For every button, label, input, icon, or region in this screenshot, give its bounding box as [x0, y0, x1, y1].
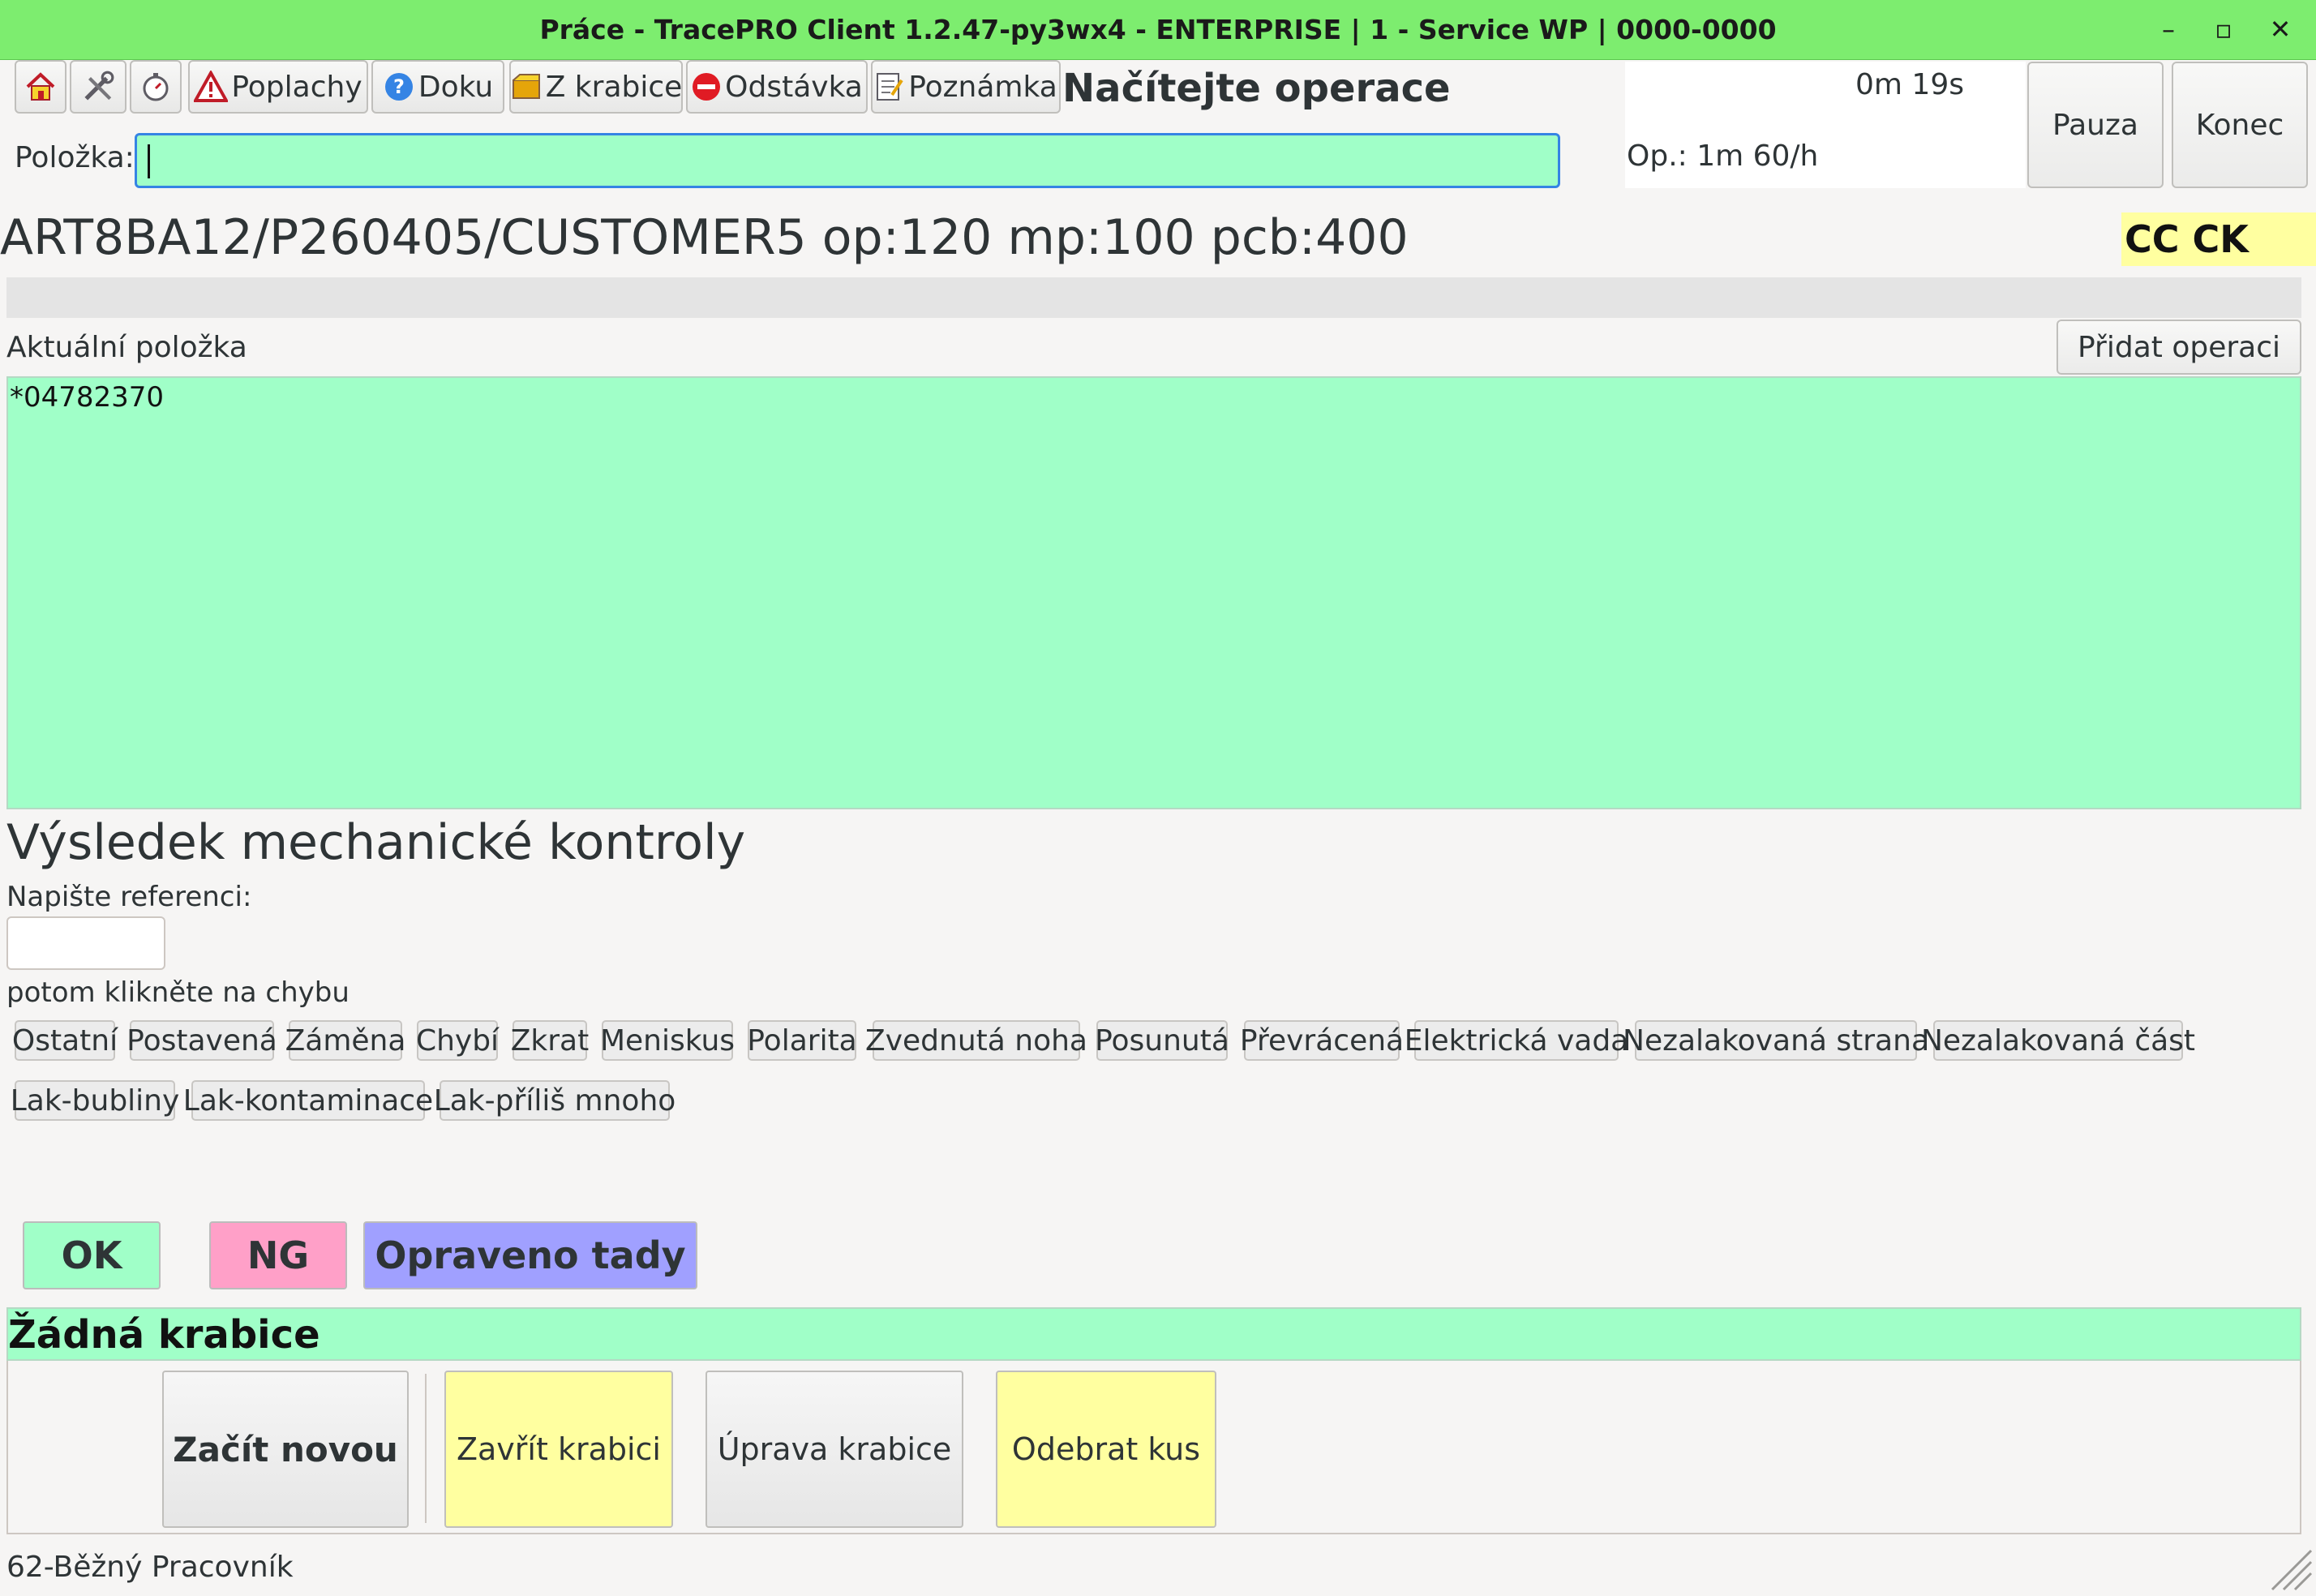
docs-button[interactable]: ? Doku	[371, 60, 504, 114]
box-status: Žádná krabice	[8, 1312, 320, 1358]
defect-button-postavena[interactable]: Postavená	[127, 1020, 277, 1061]
pause-button[interactable]: Pauza	[2027, 62, 2164, 188]
elapsed-timer: 0m 19s	[1855, 68, 1964, 101]
defect-button-ostatni[interactable]: Ostatní	[12, 1020, 118, 1061]
stop-icon	[693, 73, 721, 101]
downtime-label: Odstávka	[725, 70, 863, 104]
defect-button-nezalakovana-strana[interactable]: Nezalakovaná strana	[1623, 1020, 1929, 1061]
minimize-button[interactable]: –	[2151, 11, 2186, 47]
text-caret	[148, 144, 150, 178]
box-icon	[512, 74, 540, 99]
defect-button-prevracena[interactable]: Převrácená	[1240, 1020, 1404, 1061]
defect-button-chybi[interactable]: Chybí	[416, 1020, 499, 1061]
reference-input[interactable]	[6, 916, 165, 970]
page-title: Načítejte operace	[1062, 66, 1451, 111]
maximize-button[interactable]: ▫	[2206, 11, 2241, 47]
defect-button-lak-bubliny[interactable]: Lak-bubliny	[11, 1080, 179, 1121]
note-icon	[877, 73, 903, 101]
tools-icon	[84, 71, 114, 101]
current-item-panel[interactable]	[6, 376, 2301, 809]
warning-icon	[194, 71, 229, 102]
close-box-button[interactable]: Zavřít krabici	[444, 1371, 673, 1528]
operation-rate: Op.: 1m 60/h	[1627, 139, 1819, 173]
defect-button-posunuta[interactable]: Posunutá	[1095, 1020, 1229, 1061]
defect-button-meniskus[interactable]: Meniskus	[600, 1020, 735, 1061]
add-operation-button[interactable]: Přidat operaci	[2057, 320, 2301, 375]
defect-button-zkrat[interactable]: Zkrat	[511, 1020, 589, 1061]
repaired-here-button[interactable]: Opraveno tady	[363, 1221, 697, 1289]
item-field-label: Položka:	[15, 141, 135, 174]
resize-grip-icon[interactable]	[2262, 1541, 2314, 1593]
ok-button[interactable]: OK	[23, 1221, 161, 1289]
tag-badge: CC CK IPO	[2121, 212, 2316, 315]
box-separator	[425, 1374, 427, 1523]
home-icon	[26, 72, 55, 101]
alarms-button[interactable]: Poplachy	[188, 60, 368, 114]
downtime-button[interactable]: Odstávka	[686, 60, 868, 114]
home-button[interactable]	[15, 60, 66, 114]
stopwatch-icon	[143, 73, 169, 101]
note-label: Poznámka	[908, 70, 1057, 104]
defect-button-zvednuta-noha[interactable]: Zvednutá noha	[865, 1020, 1087, 1061]
help-icon: ?	[384, 73, 413, 101]
reference-label: Napište referenci:	[6, 881, 252, 913]
result-heading: Výsledek mechanické kontroly	[6, 814, 746, 871]
defect-button-lak-kontaminace[interactable]: Lak-kontaminace	[183, 1080, 433, 1121]
docs-label: Doku	[418, 70, 494, 104]
item-info: ART8BA12/P260405/CUSTOMER5 op:120 mp:100…	[0, 209, 1409, 266]
timer-button[interactable]	[130, 60, 182, 114]
defect-button-polarita[interactable]: Polarita	[747, 1020, 857, 1061]
from-box-button[interactable]: Z krabice	[509, 60, 683, 114]
from-box-label: Z krabice	[545, 70, 683, 104]
then-click-label: potom klikněte na chybu	[6, 976, 350, 1009]
window-title: Práce - TracePRO Client 1.2.47-py3wx4 - …	[539, 14, 1777, 45]
defect-button-nezalakovana-cast[interactable]: Nezalakovaná část	[1921, 1020, 2195, 1061]
note-button[interactable]: Poznámka	[871, 60, 1061, 114]
ng-button[interactable]: NG	[209, 1221, 347, 1289]
remove-piece-button[interactable]: Odebrat kus	[996, 1371, 1216, 1528]
box-status-bar	[6, 1307, 2301, 1361]
start-new-box-button[interactable]: Začít novou	[162, 1371, 409, 1528]
user-status: 62-Běžný Pracovník	[6, 1551, 294, 1584]
defect-button-lak-prilis-mnoho[interactable]: Lak-příliš mnoho	[434, 1080, 676, 1121]
current-item-label: Aktuální položka	[6, 331, 247, 364]
tools-button[interactable]	[70, 60, 127, 114]
defect-button-zamena[interactable]: Záměna	[285, 1020, 405, 1061]
item-input[interactable]	[135, 133, 1560, 188]
close-button[interactable]: ✕	[2262, 11, 2298, 47]
edit-box-button[interactable]: Úprava krabice	[706, 1371, 963, 1528]
defect-button-elektricka-vada[interactable]: Elektrická vada	[1405, 1020, 1628, 1061]
current-item-value: *04782370	[10, 381, 165, 414]
progress-bar	[6, 277, 2301, 318]
svg-text:?: ?	[393, 75, 405, 98]
alarms-label: Poplachy	[231, 70, 362, 104]
end-button[interactable]: Konec	[2172, 62, 2308, 188]
